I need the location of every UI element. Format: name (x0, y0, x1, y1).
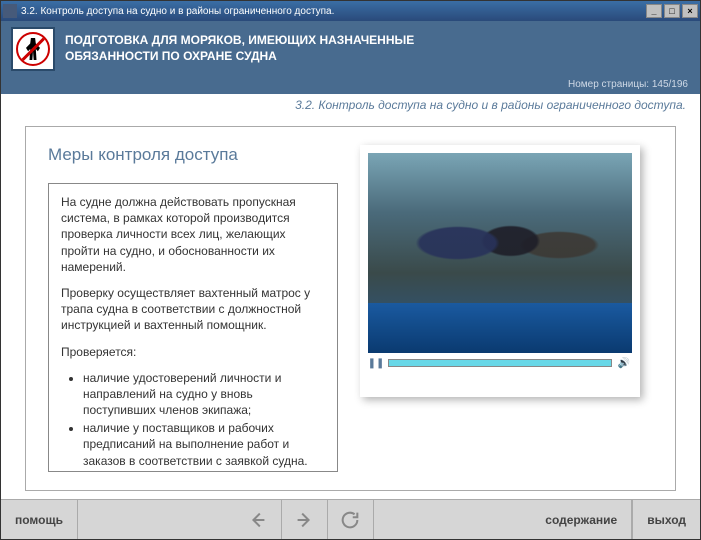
app-icon (3, 4, 17, 18)
contents-button[interactable]: содержание (531, 500, 632, 539)
footer: помощь содержание выход (1, 499, 700, 539)
paragraph: На судне должна действовать пропускная с… (61, 194, 325, 275)
text-panel[interactable]: На судне должна действовать пропускная с… (48, 183, 338, 472)
maximize-button[interactable]: □ (664, 4, 680, 18)
paragraph: Проверку осуществляет вахтенный матрос у… (61, 285, 325, 334)
header: ПОДГОТОВКА ДЛЯ МОРЯКОВ, ИМЕЮЩИХ НАЗНАЧЕН… (1, 21, 700, 94)
content: Меры контроля доступа На судне должна де… (1, 118, 700, 499)
window: 3.2. Контроль доступа на судно и в район… (0, 0, 701, 540)
minimize-button[interactable]: _ (646, 4, 662, 18)
volume-icon[interactable]: 🔊 (618, 357, 630, 369)
paragraph: Проверяется: (61, 344, 325, 360)
breadcrumb: 3.2. Контроль доступа на судно и в район… (1, 94, 700, 118)
reload-button[interactable] (328, 500, 374, 539)
arrow-right-icon (293, 509, 315, 531)
window-title: 3.2. Контроль доступа на судно и в район… (21, 6, 646, 17)
logo-icon (11, 27, 55, 71)
media-controls: ❚❚ 🔊 (368, 357, 632, 369)
back-button[interactable] (236, 500, 282, 539)
help-button[interactable]: помощь (1, 500, 78, 539)
list-item: наличие у поставщиков и рабочих предписа… (83, 420, 325, 472)
list-item: наличие удостоверений личности и направл… (83, 370, 325, 419)
titlebar: 3.2. Контроль доступа на судно и в район… (1, 1, 700, 21)
exit-button[interactable]: выход (632, 500, 700, 539)
page-number: Номер страницы: 145/196 (1, 77, 700, 94)
header-line-2: ОБЯЗАННОСТИ ПО ОХРАНЕ СУДНА (65, 49, 414, 65)
photo-frame: ❚❚ 🔊 (360, 145, 640, 397)
photo (368, 153, 632, 353)
pause-icon[interactable]: ❚❚ (370, 357, 382, 369)
arrow-left-icon (247, 509, 269, 531)
progress-bar[interactable] (388, 359, 612, 367)
forward-button[interactable] (282, 500, 328, 539)
header-line-1: ПОДГОТОВКА ДЛЯ МОРЯКОВ, ИМЕЮЩИХ НАЗНАЧЕН… (65, 33, 414, 49)
refresh-icon (339, 509, 361, 531)
close-button[interactable]: × (682, 4, 698, 18)
section-title: Меры контроля доступа (48, 145, 338, 165)
